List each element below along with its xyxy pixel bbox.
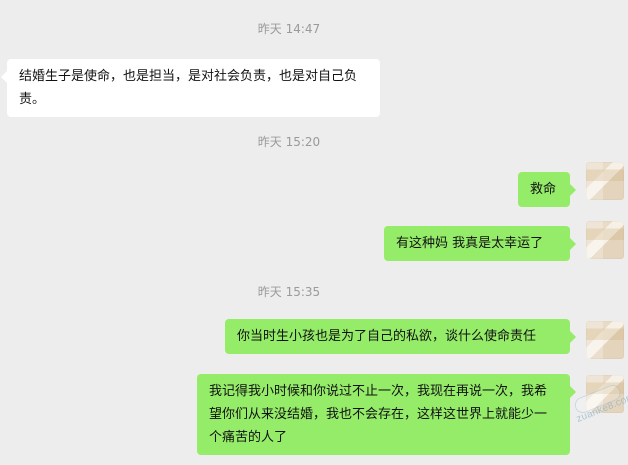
timestamp-3: 昨天 15:35 (257, 285, 321, 299)
incoming-message-1[interactable]: 结婚生子是使命，也是担当，是对社会负责，也是对自己负责。 (1, 59, 380, 117)
outgoing-message-3[interactable]: 你当时生小孩也是为了自己的私欲，谈什么使命责任 (225, 319, 576, 354)
avatar[interactable] (586, 221, 624, 259)
timestamp-1: 昨天 14:47 (257, 22, 321, 36)
outgoing-message-2[interactable]: 有这种妈 我真是太幸运了 (384, 226, 576, 261)
avatar[interactable] (586, 162, 624, 200)
timestamp-2: 昨天 15:20 (257, 135, 321, 149)
outgoing-message-1[interactable]: 救命 (518, 172, 576, 207)
avatar[interactable] (586, 321, 624, 359)
outgoing-message-4[interactable]: 我记得我小时候和你说过不止一次，我现在再说一次，我希望你们从来没结婚，我也不会存… (197, 374, 576, 455)
avatar[interactable] (586, 375, 624, 413)
